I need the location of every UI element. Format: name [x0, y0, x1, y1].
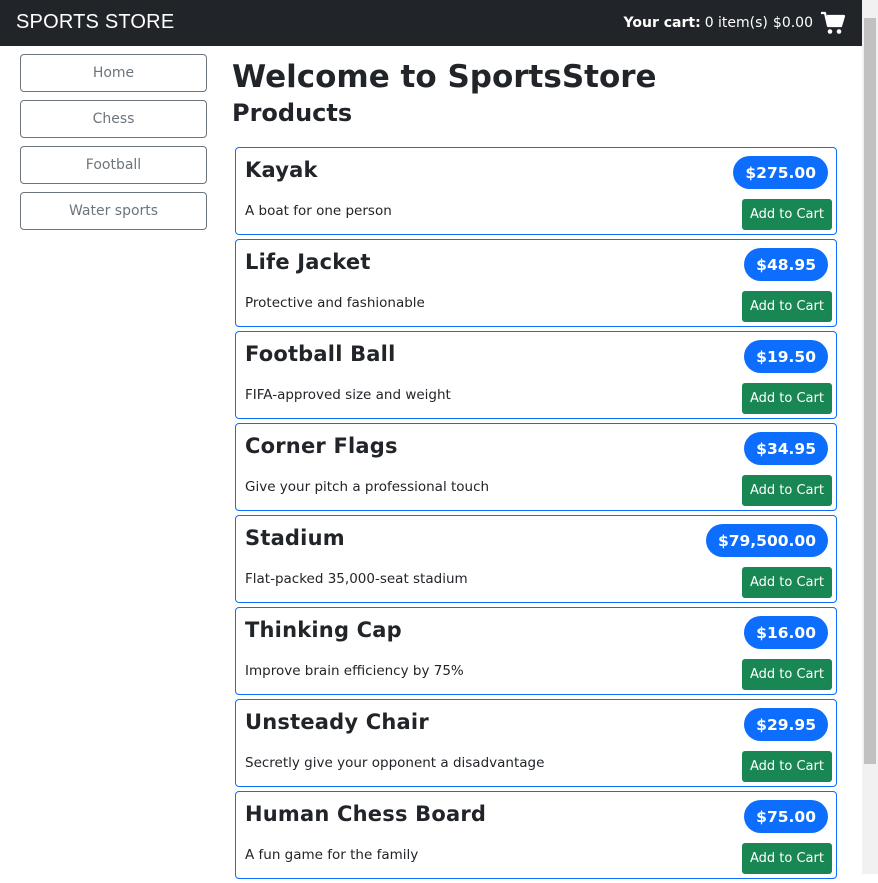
product-card: Football Ball $19.50 FIFA-approved size … — [235, 331, 837, 419]
price-badge: $48.95 — [744, 248, 828, 281]
product-description: A fun game for the family — [245, 847, 419, 863]
product-card: Corner Flags $34.95 Give your pitch a pr… — [235, 423, 837, 511]
product-description: Secretly give your opponent a disadvanta… — [245, 755, 545, 771]
category-button-chess[interactable]: Chess — [20, 100, 207, 138]
add-to-cart-button[interactable]: Add to Cart — [742, 475, 832, 506]
product-card: Stadium $79,500.00 Flat-packed 35,000-se… — [235, 515, 837, 603]
product-description: A boat for one person — [245, 203, 392, 219]
product-name: Stadium — [245, 526, 345, 550]
product-card: Unsteady Chair $29.95 Secretly give your… — [235, 699, 837, 787]
product-list: Kayak $275.00 A boat for one person Add … — [235, 147, 837, 883]
price-badge: $16.00 — [744, 616, 828, 649]
product-card: Kayak $275.00 A boat for one person Add … — [235, 147, 837, 235]
product-name: Kayak — [245, 158, 318, 182]
brand-title[interactable]: SPORTS STORE — [16, 11, 174, 34]
vertical-scrollbar[interactable] — [862, 0, 878, 874]
category-sidebar: Home Chess Football Water sports — [20, 54, 207, 238]
price-badge: $275.00 — [733, 156, 828, 189]
product-description: Improve brain efficiency by 75% — [245, 663, 464, 679]
page-title: Welcome to SportsStore — [232, 59, 657, 95]
product-name: Football Ball — [245, 342, 396, 366]
product-name: Unsteady Chair — [245, 710, 429, 734]
category-button-water-sports[interactable]: Water sports — [20, 192, 207, 230]
product-card: Thinking Cap $16.00 Improve brain effici… — [235, 607, 837, 695]
main-content: Welcome to SportsStore Products Kayak $2… — [232, 54, 838, 879]
scrollbar-thumb[interactable] — [864, 18, 876, 764]
product-description: Flat-packed 35,000-seat stadium — [245, 571, 468, 587]
cart-summary[interactable]: Your cart: 0 item(s) $0.00 — [624, 10, 846, 36]
price-badge: $79,500.00 — [705, 524, 828, 557]
add-to-cart-button[interactable]: Add to Cart — [742, 383, 832, 414]
price-badge: $19.50 — [744, 340, 828, 373]
add-to-cart-button[interactable]: Add to Cart — [742, 199, 832, 230]
add-to-cart-button[interactable]: Add to Cart — [742, 659, 832, 690]
cart-total: $0.00 — [772, 15, 813, 31]
price-badge: $75.00 — [744, 800, 828, 833]
product-description: FIFA-approved size and weight — [245, 387, 451, 403]
cart-label: Your cart: — [623, 15, 701, 31]
product-name: Corner Flags — [245, 434, 398, 458]
product-description: Give your pitch a professional touch — [245, 479, 490, 495]
price-badge: $29.95 — [744, 708, 828, 741]
product-name: Human Chess Board — [245, 802, 487, 826]
product-description: Protective and fashionable — [245, 295, 425, 311]
cart-item-count: 0 item(s) — [704, 15, 768, 31]
product-card: Human Chess Board $75.00 A fun game for … — [235, 791, 837, 879]
add-to-cart-button[interactable]: Add to Cart — [742, 567, 832, 598]
price-badge: $34.95 — [744, 432, 828, 465]
product-name: Life Jacket — [245, 250, 371, 274]
product-card: Life Jacket $48.95 Protective and fashio… — [235, 239, 837, 327]
add-to-cart-button[interactable]: Add to Cart — [742, 751, 832, 782]
product-name: Thinking Cap — [245, 618, 402, 642]
navbar: SPORTS STORE Your cart: 0 item(s) $0.00 — [0, 0, 862, 46]
category-button-football[interactable]: Football — [20, 146, 207, 184]
add-to-cart-button[interactable]: Add to Cart — [742, 843, 832, 874]
section-title: Products — [232, 99, 353, 127]
category-button-home[interactable]: Home — [20, 54, 207, 92]
add-to-cart-button[interactable]: Add to Cart — [742, 291, 832, 322]
shopping-cart-icon[interactable] — [820, 11, 846, 35]
